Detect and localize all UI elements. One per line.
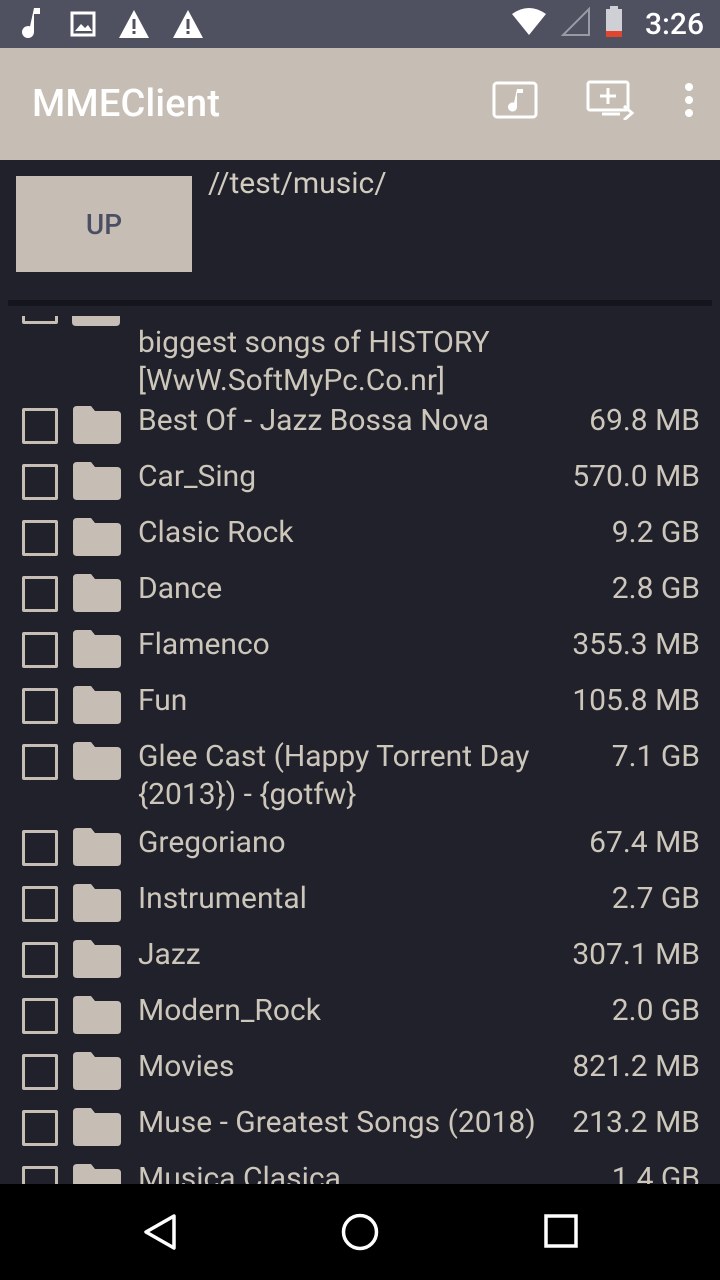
up-button[interactable]: UP [16, 176, 192, 272]
folder-icon [73, 884, 121, 926]
list-item[interactable]: Fun 105.8 MB [0, 682, 720, 738]
checkbox[interactable] [22, 464, 58, 500]
folder-icon [73, 1164, 121, 1184]
folder-name: Gregoriano [138, 825, 286, 860]
checkbox[interactable] [22, 408, 58, 444]
list-item[interactable]: Glee Cast (Happy Torrent Day {2013}) - {… [0, 738, 720, 824]
folder-size: 307.1 MB [572, 937, 700, 972]
cellular-signal-icon [560, 6, 591, 41]
recents-icon[interactable] [542, 1212, 582, 1256]
folder-name: Dance [138, 571, 223, 606]
folder-name: Flamenco [138, 627, 270, 662]
checkbox[interactable] [22, 886, 58, 922]
folder-name: Muse - Greatest Songs (2018) [138, 1105, 536, 1140]
folder-icon [73, 996, 121, 1038]
app-title: MMEClient [32, 82, 221, 126]
warning-icon [118, 9, 150, 39]
list-item[interactable]: Clasic Rock 9.2 GB [0, 514, 720, 570]
folder-size: 213.2 MB [572, 1105, 700, 1140]
notification-icons [22, 6, 204, 42]
music-note-icon [22, 6, 48, 42]
folder-icon [73, 828, 121, 870]
image-icon [70, 11, 96, 37]
list-item-name: biggest songs of HISTORY [WwW.SoftMyPc.C… [138, 325, 490, 398]
folder-name: Car_Sing [138, 459, 257, 494]
folder-size: 2.8 GB [611, 571, 700, 606]
folder-name: Clasic Rock [138, 515, 294, 550]
folder-name: Best Of - Jazz Bossa Nova [138, 403, 490, 438]
list-item[interactable]: Musica Clasica 1.4 GB [0, 1160, 720, 1184]
folder-size: 355.3 MB [572, 627, 700, 662]
list-item[interactable]: Car_Sing 570.0 MB [0, 458, 720, 514]
list-item[interactable]: Flamenco 355.3 MB [0, 626, 720, 682]
checkbox[interactable] [22, 520, 58, 556]
list-item[interactable]: Dance 2.8 GB [0, 570, 720, 626]
list-item[interactable]: Muse - Greatest Songs (2018) 213.2 MB [0, 1104, 720, 1160]
navigation-bar [0, 1184, 720, 1280]
current-path: //test/music/ [208, 166, 387, 201]
home-icon[interactable] [340, 1212, 380, 1256]
folder-icon [73, 630, 121, 672]
list-item[interactable]: Jazz 307.1 MB [0, 936, 720, 992]
clock: 3:26 [644, 6, 704, 42]
system-icons: 3:26 [511, 0, 704, 48]
checkbox[interactable] [22, 316, 58, 324]
folder-icon [73, 462, 121, 504]
folder-size: 7.1 GB [611, 739, 700, 774]
folder-name: Instrumental [138, 881, 307, 916]
more-vert-icon[interactable] [684, 82, 694, 118]
checkbox[interactable] [22, 830, 58, 866]
folder-name: Modern_Rock [138, 993, 321, 1028]
folder-icon [73, 742, 121, 784]
folder-size: 2.0 GB [611, 993, 700, 1028]
cast-to-screen-icon[interactable] [586, 80, 636, 120]
list-item[interactable]: Instrumental 2.7 GB [0, 880, 720, 936]
folder-size: 821.2 MB [572, 1049, 700, 1084]
checkbox[interactable] [22, 576, 58, 612]
list-item[interactable]: Modern_Rock 2.0 GB [0, 992, 720, 1048]
file-list[interactable]: biggest songs of HISTORY [WwW.SoftMyPc.C… [0, 316, 720, 1184]
app-bar-actions [492, 80, 694, 120]
divider [8, 300, 712, 306]
folder-size: 105.8 MB [572, 683, 700, 718]
list-item[interactable]: Movies 821.2 MB [0, 1048, 720, 1104]
folder-icon [73, 1052, 121, 1094]
warning-icon [172, 9, 204, 39]
checkbox[interactable] [22, 1166, 58, 1184]
app-bar: MMEClient [0, 48, 720, 160]
back-icon[interactable] [140, 1212, 180, 1256]
folder-size: 9.2 GB [611, 515, 700, 550]
checkbox[interactable] [22, 744, 58, 780]
folder-size: 570.0 MB [572, 459, 700, 494]
folder-icon [73, 940, 121, 982]
checkbox[interactable] [22, 632, 58, 668]
checkbox[interactable] [22, 1110, 58, 1146]
folder-rows: Best Of - Jazz Bossa Nova 69.8 MB Car_Sing… [0, 402, 720, 1184]
wifi-icon [511, 8, 547, 40]
list-item[interactable]: Gregoriano 67.4 MB [0, 824, 720, 880]
checkbox[interactable] [22, 1054, 58, 1090]
folder-icon [73, 1108, 121, 1150]
folder-size: 2.7 GB [611, 881, 700, 916]
folder-size: 1.4 GB [611, 1161, 700, 1184]
folder-size: 67.4 MB [589, 825, 700, 860]
folder-name: Movies [138, 1049, 235, 1084]
checkbox[interactable] [22, 998, 58, 1034]
music-library-icon[interactable] [492, 81, 538, 119]
folder-size: 69.8 MB [589, 403, 700, 438]
checkbox[interactable] [22, 688, 58, 724]
folder-icon [73, 574, 121, 616]
battery-low-icon [605, 6, 623, 42]
folder-name: Musica Clasica [138, 1161, 341, 1184]
folder-name: Fun [138, 683, 188, 718]
folder-icon [73, 518, 121, 560]
folder-icon [73, 686, 121, 728]
checkbox[interactable] [22, 942, 58, 978]
folder-name: Glee Cast (Happy Torrent Day {2013}) - {… [138, 739, 530, 812]
folder-icon [72, 316, 120, 330]
folder-name: Jazz [138, 937, 201, 972]
list-item[interactable]: Best Of - Jazz Bossa Nova 69.8 MB [0, 402, 720, 458]
status-bar: 3:26 [0, 0, 720, 48]
folder-icon [73, 406, 121, 448]
